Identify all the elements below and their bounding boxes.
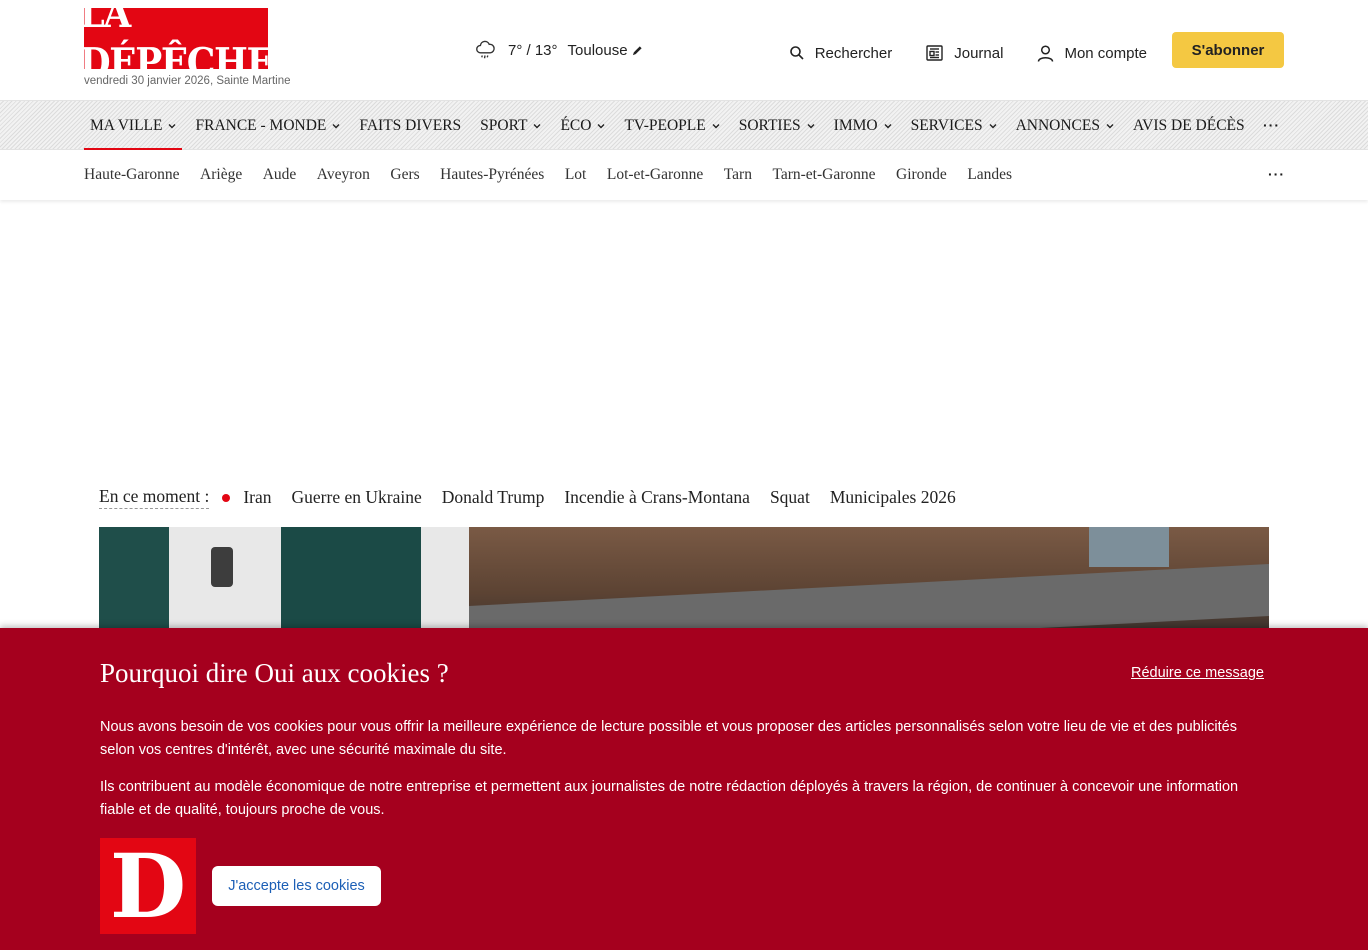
trending-item[interactable]: Squat — [770, 487, 810, 508]
rain-cloud-icon — [476, 40, 495, 59]
chevron-down-icon — [597, 123, 605, 128]
main-nav-item-label: AVIS DE DÉCÈS — [1132, 116, 1245, 134]
main-nav-item-label: ÉCO — [560, 116, 592, 134]
search-label: Rechercher — [814, 44, 893, 62]
region-nav-more-button[interactable]: ··· — [1268, 166, 1285, 182]
main-nav-item-label: ANNONCES — [1015, 116, 1100, 134]
trending-item[interactable]: Iran — [243, 487, 271, 508]
main-nav-item[interactable]: FAITS DIVERS — [353, 101, 467, 150]
main-nav-item-label: SORTIES — [738, 116, 801, 134]
trending-list: Iran Guerre en Ukraine Donald Trump Incendi… — [243, 487, 975, 508]
region-nav-item[interactable]: Ariège — [200, 166, 242, 184]
region-nav-item[interactable]: Haute-Garonne — [84, 166, 180, 184]
cookie-banner: Pourquoi dire Oui aux cookies ? Réduire … — [0, 628, 1368, 950]
hero-shutter-right — [281, 527, 421, 637]
main-nav-item-label: SPORT — [480, 116, 528, 134]
region-nav-item[interactable]: Aude — [263, 166, 297, 184]
main-nav-item[interactable]: ÉCO — [554, 101, 611, 150]
cookie-title: Pourquoi dire Oui aux cookies ? — [100, 658, 449, 688]
main-nav-item-label: FRANCE - MONDE — [195, 116, 327, 134]
chevron-down-icon — [712, 123, 720, 128]
trending-item[interactable]: Guerre en Ukraine — [292, 487, 422, 508]
trending-item[interactable]: Donald Trump — [442, 487, 545, 508]
main-nav-item[interactable]: AVIS DE DÉCÈS — [1127, 101, 1251, 150]
region-navigation: Haute-Garonne Ariège Aude Aveyron Gers Hautes… — [0, 150, 1368, 200]
main-navigation: MA VILLE FRANCE - MONDE FAITS DIVERS SPORT É… — [0, 100, 1368, 152]
trending-bar: En ce moment : Iran Guerre en Ukraine Dona… — [99, 486, 976, 509]
trending-item[interactable]: Municipales 2026 — [830, 487, 956, 508]
main-nav-item[interactable]: SORTIES — [733, 101, 821, 150]
region-nav-item[interactable]: Tarn — [724, 166, 752, 184]
cookie-brand-logo: D — [100, 838, 196, 934]
chevron-down-icon — [533, 123, 541, 128]
journal-button[interactable]: Journal — [926, 45, 1003, 62]
chevron-down-icon — [1106, 123, 1114, 128]
search-icon — [789, 46, 804, 60]
site-logo[interactable]: LA DÉPÊCHE — [72, 0, 280, 90]
account-label: Mon compte — [1064, 44, 1147, 62]
main-nav-item-label: MA VILLE — [90, 116, 163, 134]
hero-shutter-left — [99, 527, 169, 637]
main-nav-item[interactable]: FRANCE - MONDE — [189, 101, 346, 150]
main-nav-item[interactable]: MA VILLE — [84, 101, 183, 152]
hero-image[interactable] — [99, 527, 1269, 637]
weather-temperature: 7° / 13° — [508, 41, 558, 59]
region-nav-item[interactable]: Aveyron — [317, 166, 370, 184]
main-nav-item[interactable]: SERVICES — [905, 101, 1003, 150]
region-nav-item[interactable]: Hautes-Pyrénées — [440, 166, 544, 184]
region-nav-item[interactable]: Tarn-et-Garonne — [772, 166, 875, 184]
cookie-paragraph-1: Nous avons besoin de vos cookies pour vo… — [100, 719, 1237, 758]
site-header: LA DÉPÊCHE vendredi 30 janvier 2026, Sai… — [0, 0, 1368, 100]
region-nav-item[interactable]: Gironde — [896, 166, 947, 184]
chevron-down-icon — [807, 123, 815, 128]
subscribe-button[interactable]: S'abonner — [1172, 32, 1284, 68]
user-icon — [1038, 44, 1054, 62]
hero-window — [1089, 527, 1169, 567]
region-nav-item[interactable]: Gers — [390, 166, 419, 184]
weather-city[interactable]: Toulouse — [568, 42, 628, 59]
main-nav-item[interactable]: SPORT — [474, 101, 547, 150]
main-nav-more-button[interactable]: ··· — [1263, 117, 1280, 133]
search-button[interactable]: Rechercher — [789, 44, 893, 62]
main-nav-item-label: IMMO — [833, 116, 878, 134]
hero-lamp — [211, 547, 233, 587]
reduce-message-link[interactable]: Réduire ce message — [1131, 665, 1264, 681]
date-line: vendredi 30 janvier 2026, Sainte Martine — [84, 75, 291, 87]
chevron-down-icon — [884, 123, 892, 128]
main-nav-item[interactable]: IMMO — [828, 101, 898, 150]
cookie-paragraph-2: Ils contribuent au modèle économique de … — [100, 779, 1239, 818]
live-dot-icon — [222, 493, 231, 502]
accept-cookies-button[interactable]: J'accepte les cookies — [212, 866, 381, 906]
main-nav-list: MA VILLE FRANCE - MONDE FAITS DIVERS SPORT É… — [84, 101, 1258, 152]
header-actions: Rechercher Journal Mon compte S'abonner — [755, 32, 1284, 68]
main-nav-item[interactable]: ANNONCES — [1010, 101, 1120, 150]
trending-label: En ce moment : — [99, 486, 210, 509]
main-nav-item[interactable]: TV-PEOPLE — [618, 101, 725, 150]
trending-item[interactable]: Incendie à Crans-Montana — [564, 487, 750, 508]
region-nav-item[interactable]: Lot — [565, 166, 587, 184]
region-nav-item[interactable]: Landes — [967, 166, 1012, 184]
main-nav-item-label: TV-PEOPLE — [624, 116, 706, 134]
chevron-down-icon — [332, 123, 340, 128]
chevron-down-icon — [989, 123, 997, 128]
region-nav-item[interactable]: Lot-et-Garonne — [607, 166, 703, 184]
newspaper-icon — [926, 45, 943, 61]
journal-label: Journal — [954, 44, 1004, 62]
chevron-down-icon — [168, 123, 176, 128]
weather-widget[interactable]: 7° / 13° Toulouse — [474, 39, 643, 61]
account-button[interactable]: Mon compte — [1037, 45, 1147, 62]
region-nav-list: Haute-Garonne Ariège Aude Aveyron Gers Hautes… — [84, 150, 1033, 200]
main-nav-item-label: FAITS DIVERS — [359, 116, 462, 134]
pencil-icon[interactable] — [632, 45, 643, 56]
main-nav-item-label: SERVICES — [910, 116, 983, 134]
